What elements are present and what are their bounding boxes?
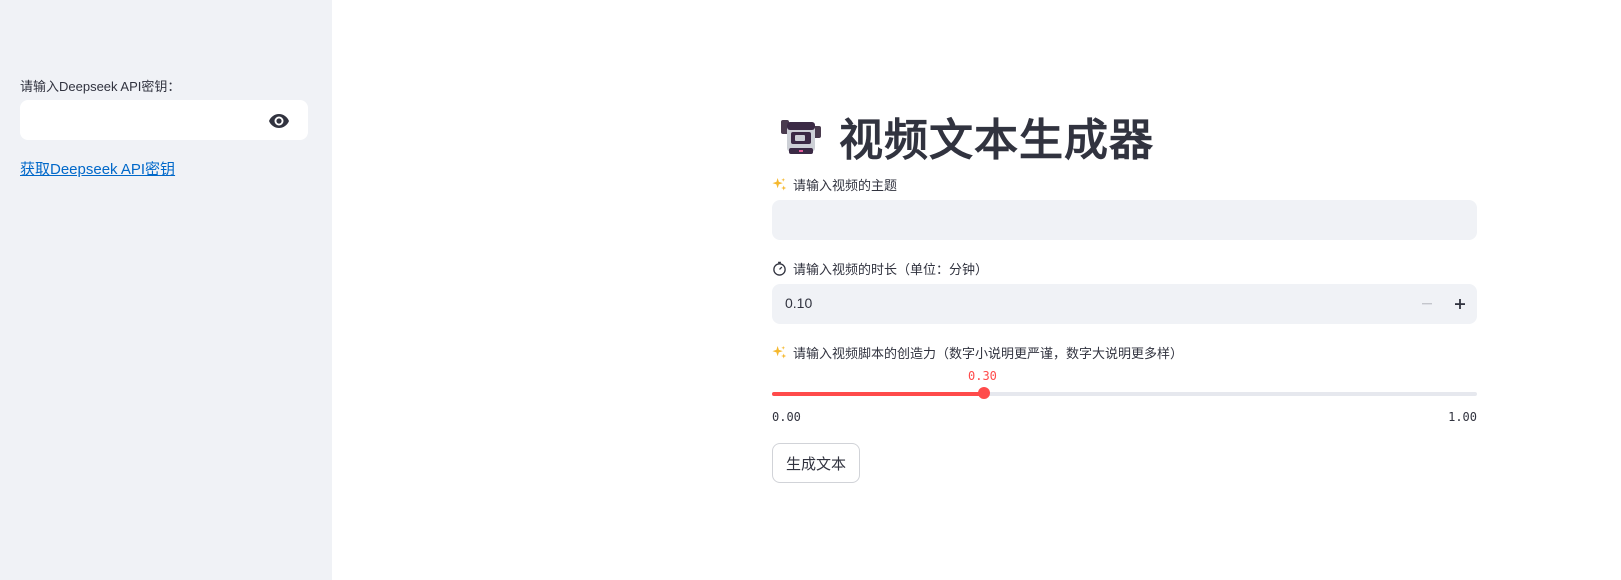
stopwatch-icon — [772, 261, 787, 276]
subject-input[interactable] — [772, 200, 1477, 240]
subject-label-row: 请输入视频的主题 — [772, 175, 897, 194]
page-title: 视频文本生成器 — [839, 115, 1154, 166]
sparkles-icon — [772, 177, 787, 192]
creativity-label-row: 请输入视频脚本的创造力（数字小说明更严谨，数字大说明更多样） — [772, 343, 1183, 362]
page-title-row: 视频文本生成器 — [777, 106, 1154, 166]
duration-label-row: 请输入视频的时长（单位：分钟） — [772, 259, 988, 278]
sparkles-icon — [772, 345, 787, 360]
creativity-slider[interactable] — [772, 387, 1477, 399]
duration-number-input: 0.10 — [772, 284, 1477, 324]
video-camera-icon — [781, 120, 821, 154]
subject-label: 请输入视频的主题 — [793, 178, 898, 193]
slider-thumb[interactable] — [978, 387, 990, 399]
increment-button[interactable] — [1444, 284, 1476, 324]
duration-value[interactable]: 0.10 — [785, 295, 812, 311]
decrement-button[interactable] — [1411, 284, 1443, 324]
api-key-input[interactable] — [21, 101, 261, 139]
slider-fill — [772, 392, 984, 396]
duration-label: 请输入视频的时长（单位：分钟） — [793, 262, 989, 277]
subject-field-container — [772, 200, 1477, 240]
slider-min-label: 0.00 — [772, 410, 801, 424]
slider-max-label: 1.00 — [1448, 410, 1477, 424]
slider-current-value: 0.30 — [968, 369, 997, 383]
main-content: 视频文本生成器 请输入视频的主题 请输入视频的时长（单位：分钟） 0.10 请输… — [772, 0, 1477, 580]
generate-text-button[interactable]: 生成文本 — [772, 443, 861, 483]
api-key-field-container — [20, 100, 308, 140]
sidebar: 请输入Deepseek API密钥： 获取Deepseek API密钥 — [0, 0, 332, 580]
show-password-eye-icon[interactable] — [269, 111, 289, 131]
creativity-label: 请输入视频脚本的创造力（数字小说明更严谨，数字大说明更多样） — [793, 346, 1184, 361]
api-key-label: 请输入Deepseek API密钥： — [20, 79, 181, 94]
get-api-key-link[interactable]: 获取Deepseek API密钥 — [20, 158, 175, 179]
